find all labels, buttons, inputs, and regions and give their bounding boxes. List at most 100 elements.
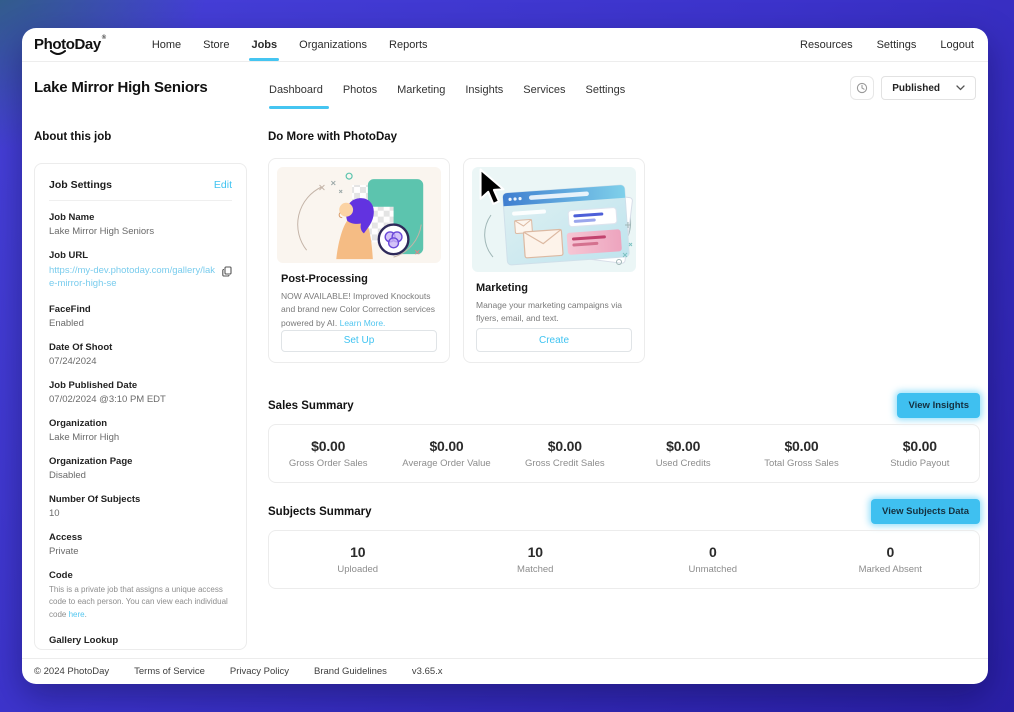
tab-insights[interactable]: Insights bbox=[455, 71, 513, 109]
sidebar-heading: About this job bbox=[34, 131, 111, 143]
tab-services[interactable]: Services bbox=[513, 71, 575, 109]
learn-more-link[interactable]: Learn More. bbox=[340, 318, 386, 328]
subjects-summary-heading: Subjects Summary bbox=[268, 506, 372, 518]
field-value: 07/24/2024 bbox=[49, 356, 232, 367]
field-value: Private bbox=[49, 546, 232, 557]
field-value: 07/02/2024 @3:10 PM EDT bbox=[49, 394, 232, 405]
nav-item-resources[interactable]: Resources bbox=[800, 39, 853, 51]
stat-label: Used Credits bbox=[624, 458, 742, 469]
field-access: Access Private bbox=[49, 532, 232, 557]
nav-item-reports[interactable]: Reports bbox=[378, 28, 439, 61]
version-text: v3.65.x bbox=[412, 666, 443, 677]
stat-value: $0.00 bbox=[269, 438, 387, 454]
field-number-of-subjects: Number Of Subjects 10 bbox=[49, 494, 232, 519]
nav-item-organizations[interactable]: Organizations bbox=[288, 28, 378, 61]
stat-unmatched: 0 Unmatched bbox=[624, 544, 802, 575]
field-value: Lake Mirror High Seniors bbox=[49, 226, 232, 237]
history-button[interactable] bbox=[850, 76, 874, 100]
field-label: Job Published Date bbox=[49, 380, 232, 391]
trademark-mark: ® bbox=[102, 35, 106, 41]
photoday-logo[interactable]: PhotoDay ® bbox=[34, 36, 101, 53]
marketing-illustration bbox=[472, 167, 636, 272]
job-url-link[interactable]: https://my-dev.photoday.com/gallery/lake… bbox=[49, 264, 218, 291]
stat-value: 0 bbox=[624, 544, 802, 560]
photoday-logo-text: PhotoDay bbox=[34, 36, 101, 53]
stat-average-order-value: $0.00 Average Order Value bbox=[387, 438, 505, 469]
tab-marketing[interactable]: Marketing bbox=[387, 71, 455, 109]
marketing-desc-text: Manage your marketing campaigns via flye… bbox=[476, 300, 622, 323]
field-value: Enabled bbox=[49, 318, 232, 329]
field-label: Access bbox=[49, 532, 232, 543]
stat-marked-absent: 0 Marked Absent bbox=[802, 544, 980, 575]
sales-summary-card: $0.00 Gross Order Sales $0.00 Average Or… bbox=[268, 424, 980, 483]
nav-item-store[interactable]: Store bbox=[192, 28, 240, 61]
nav-item-logout[interactable]: Logout bbox=[940, 39, 974, 51]
field-label: Job Name bbox=[49, 212, 232, 223]
code-here-link[interactable]: here bbox=[69, 610, 85, 619]
stat-used-credits: $0.00 Used Credits bbox=[624, 438, 742, 469]
job-settings-card: Job Settings Edit Job Name Lake Mirror H… bbox=[34, 163, 247, 650]
publish-status-dropdown[interactable]: Published bbox=[881, 76, 976, 100]
nav-item-home[interactable]: Home bbox=[141, 28, 192, 61]
field-label: Number Of Subjects bbox=[49, 494, 232, 505]
job-settings-title: Job Settings bbox=[49, 179, 112, 191]
field-label: Organization Page bbox=[49, 456, 232, 467]
view-subjects-data-button[interactable]: View Subjects Data bbox=[871, 499, 980, 524]
code-note: This is a private job that assigns a uni… bbox=[49, 584, 232, 622]
set-up-button[interactable]: Set Up bbox=[281, 330, 437, 352]
job-settings-header: Job Settings Edit bbox=[49, 170, 232, 201]
stat-value: $0.00 bbox=[506, 438, 624, 454]
field-job-name: Job Name Lake Mirror High Seniors bbox=[49, 212, 232, 237]
post-processing-illustration bbox=[277, 167, 441, 263]
privacy-policy-link[interactable]: Privacy Policy bbox=[230, 666, 289, 677]
copyright-text: © 2024 PhotoDay bbox=[34, 666, 109, 677]
stat-value: $0.00 bbox=[624, 438, 742, 454]
view-insights-button[interactable]: View Insights bbox=[897, 393, 980, 418]
field-label: Organization bbox=[49, 418, 232, 429]
nav-item-jobs[interactable]: Jobs bbox=[240, 28, 288, 61]
job-header-row: Lake Mirror High Seniors Dashboard Photo… bbox=[22, 62, 988, 118]
field-organization-page: Organization Page Disabled bbox=[49, 456, 232, 481]
stat-studio-payout: $0.00 Studio Payout bbox=[861, 438, 979, 469]
header-controls: Published bbox=[850, 76, 976, 100]
tab-photos[interactable]: Photos bbox=[333, 71, 387, 109]
stat-total-gross-sales: $0.00 Total Gross Sales bbox=[742, 438, 860, 469]
field-code: Code This is a private job that assigns … bbox=[49, 570, 232, 622]
top-navigation: PhotoDay ® Home Store Jobs Organizations… bbox=[22, 28, 988, 62]
stat-label: Gross Credit Sales bbox=[506, 458, 624, 469]
tab-dashboard[interactable]: Dashboard bbox=[268, 71, 333, 109]
stat-gross-credit-sales: $0.00 Gross Credit Sales bbox=[506, 438, 624, 469]
field-organization: Organization Lake Mirror High bbox=[49, 418, 232, 443]
field-job-published-date: Job Published Date 07/02/2024 @3:10 PM E… bbox=[49, 380, 232, 405]
footer: © 2024 PhotoDay Terms of Service Privacy… bbox=[22, 658, 988, 684]
stat-value: $0.00 bbox=[387, 438, 505, 454]
field-label: Job URL bbox=[49, 250, 232, 261]
publish-status-label: Published bbox=[892, 83, 940, 94]
app-window: PhotoDay ® Home Store Jobs Organizations… bbox=[22, 28, 988, 684]
tab-settings[interactable]: Settings bbox=[575, 71, 635, 109]
brand-guidelines-link[interactable]: Brand Guidelines bbox=[314, 666, 387, 677]
nav-item-settings[interactable]: Settings bbox=[877, 39, 917, 51]
field-gallery-lookup: Gallery Lookup Disabled bbox=[49, 635, 232, 650]
marketing-title: Marketing bbox=[476, 282, 632, 294]
stat-value: $0.00 bbox=[861, 438, 979, 454]
chevron-down-icon bbox=[956, 85, 965, 91]
stat-value: 0 bbox=[802, 544, 980, 560]
stat-value: 10 bbox=[269, 544, 447, 560]
field-date-of-shoot: Date Of Shoot 07/24/2024 bbox=[49, 342, 232, 367]
stat-label: Unmatched bbox=[624, 564, 802, 575]
field-label: Code bbox=[49, 570, 232, 581]
stat-uploaded: 10 Uploaded bbox=[269, 544, 447, 575]
field-value: 10 bbox=[49, 508, 232, 519]
create-button[interactable]: Create bbox=[476, 328, 632, 352]
sales-summary-heading: Sales Summary bbox=[268, 400, 354, 412]
marketing-card: Marketing Manage your marketing campaign… bbox=[463, 158, 645, 363]
terms-of-service-link[interactable]: Terms of Service bbox=[134, 666, 205, 677]
edit-job-settings-link[interactable]: Edit bbox=[214, 179, 232, 191]
stat-label: Total Gross Sales bbox=[742, 458, 860, 469]
copy-icon[interactable] bbox=[222, 266, 232, 277]
clock-icon bbox=[856, 82, 868, 94]
stat-matched: 10 Matched bbox=[447, 544, 625, 575]
stat-label: Uploaded bbox=[269, 564, 447, 575]
desktop-background: { "nav": { "logo": "PhotoDay", "items": … bbox=[0, 0, 1014, 712]
